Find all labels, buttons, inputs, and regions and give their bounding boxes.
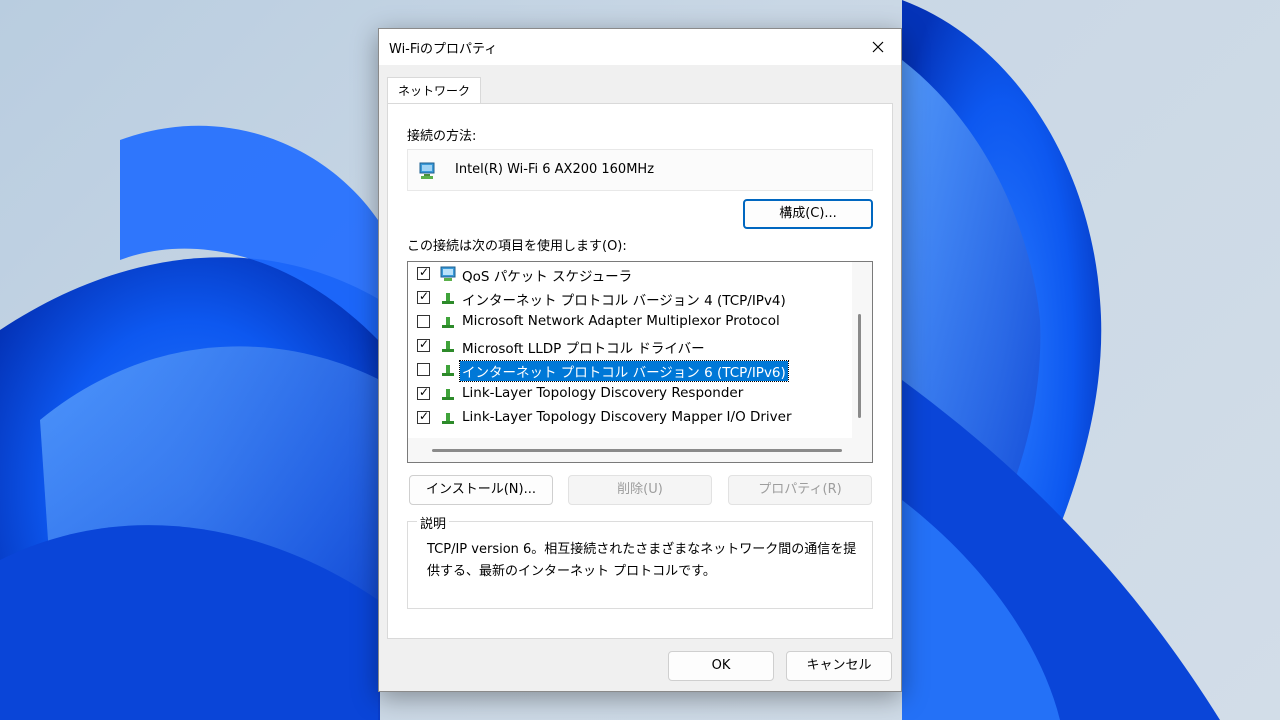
item-checkbox[interactable]: ✓ [417,289,430,304]
properties-button[interactable]: プロパティ(R) [728,475,872,505]
tab-network[interactable]: ネットワーク [387,77,482,104]
item-checkbox[interactable] [417,363,430,376]
adapter-name: Intel(R) Wi-Fi 6 AX200 160MHz [455,162,655,177]
list-item[interactable]: ✓ Link-Layer Topology Discovery Mapper I… [408,406,848,430]
configure-button[interactable]: 構成(C)... [743,199,873,229]
cancel-button[interactable]: キャンセル [786,651,892,681]
item-label: インターネット プロトコル バージョン 4 (TCP/IPv4) [462,293,786,309]
ok-button[interactable]: OK [668,651,774,681]
item-checkbox[interactable]: ✓ [417,385,430,400]
item-label: QoS パケット スケジューラ [462,269,633,285]
list-item[interactable]: ✓ Microsoft LLDP プロトコル ドライバー [408,334,848,358]
protocol-icon [442,317,454,328]
close-button[interactable] [855,29,901,65]
item-label: Microsoft Network Adapter Multiplexor Pr… [462,313,780,329]
list-item[interactable]: Microsoft Network Adapter Multiplexor Pr… [408,310,848,334]
title-bar: Wi-Fiのプロパティ [379,29,901,65]
items-label: この接続は次の項目を使用します(O): [407,239,627,254]
connect-using-label: 接続の方法: [407,129,477,144]
list-item[interactable]: ✓ QoS パケット スケジューラ [408,262,848,286]
item-checkbox[interactable] [417,315,430,328]
uninstall-button[interactable]: 削除(U) [568,475,712,505]
list-item[interactable]: ✓ インターネット プロトコル バージョン 4 (TCP/IPv4) [408,286,848,310]
item-checkbox[interactable]: ✓ [417,337,430,352]
close-icon [872,41,884,53]
item-label: インターネット プロトコル バージョン 6 (TCP/IPv6) [459,360,789,382]
network-monitor-icon [440,266,456,281]
wifi-properties-dialog: Wi-Fiのプロパティ ネットワーク 接続の方法: Intel(R) Wi-Fi… [378,28,902,692]
horizontal-scrollbar-thumb[interactable] [432,449,842,452]
protocol-icon [442,341,454,352]
protocol-icon [442,293,454,304]
network-adapter-icon [419,162,435,179]
protocol-icon [442,413,454,424]
item-checkbox[interactable]: ✓ [417,265,430,280]
window-title: Wi-Fiのプロパティ [389,42,498,57]
list-item-selected[interactable]: インターネット プロトコル バージョン 6 (TCP/IPv6) [408,358,848,382]
description-title: 説明 [417,513,450,532]
item-label: Link-Layer Topology Discovery Responder [462,385,744,401]
item-label: Link-Layer Topology Discovery Mapper I/O… [462,409,792,425]
item-checkbox[interactable]: ✓ [417,409,430,424]
components-list[interactable]: ✓ QoS パケット スケジューラ ✓ インターネット プロトコル バージョン … [407,261,873,463]
protocol-icon [442,389,454,400]
list-item[interactable]: ✓ Link-Layer Topology Discovery Responde… [408,382,848,406]
vertical-scroll-track[interactable] [852,262,872,462]
install-button[interactable]: インストール(N)... [409,475,553,505]
item-label: Microsoft LLDP プロトコル ドライバー [462,341,705,357]
adapter-box: Intel(R) Wi-Fi 6 AX200 160MHz [407,149,873,191]
protocol-icon [442,365,454,376]
vertical-scrollbar-thumb[interactable] [858,314,861,418]
description-text: TCP/IP version 6。相互接続されたさまざまなネットワーク間の通信を… [427,542,857,579]
